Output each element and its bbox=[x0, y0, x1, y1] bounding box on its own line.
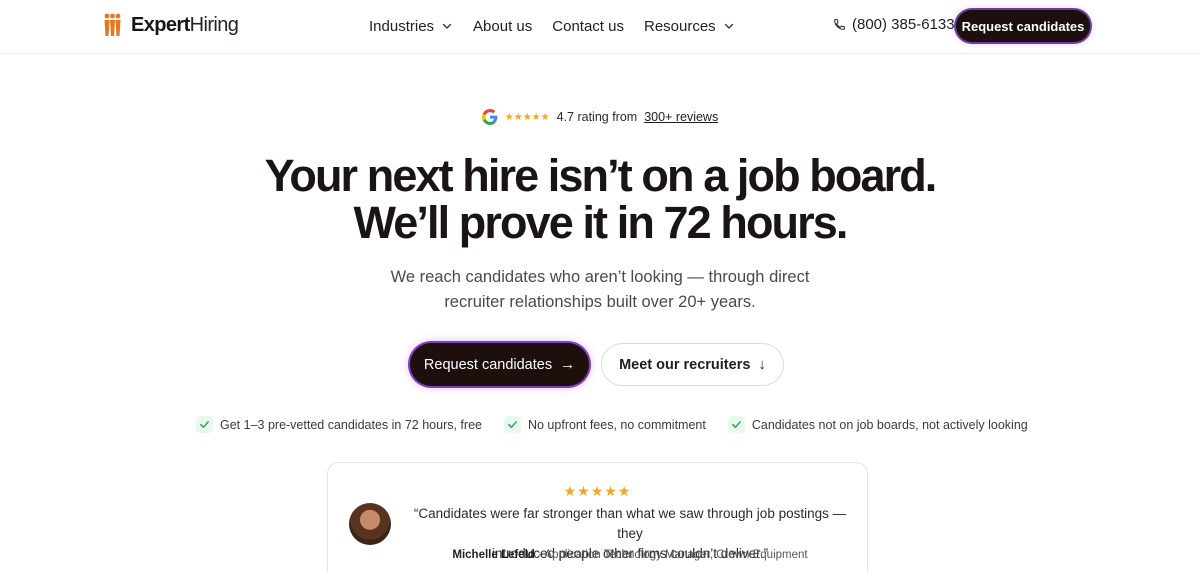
benefit-text: No upfront fees, no commitment bbox=[527, 417, 706, 432]
phone-number: (800) 385-6133 bbox=[852, 16, 955, 33]
reviews-link[interactable]: 300+ reviews bbox=[644, 110, 718, 124]
site-header: ExpertHiring Industries About us Contact… bbox=[0, 0, 1200, 54]
hero-headline: Your next hire isn’t on a job board. We’… bbox=[0, 152, 1200, 246]
main-nav: Industries About us Contact us Resources bbox=[369, 16, 735, 36]
rating-stars: ★★★★★ bbox=[504, 111, 550, 123]
chevron-down-icon bbox=[442, 23, 452, 29]
nav-item-resources[interactable]: Resources bbox=[644, 18, 735, 35]
testimonial-card: ★★★★★ “Candidates were far stronger than… bbox=[327, 462, 868, 573]
testimonial-stars: ★★★★★ bbox=[563, 483, 632, 499]
request-candidates-header-button[interactable]: Request candidates bbox=[956, 10, 1090, 42]
author-name: Michelle Lefeld bbox=[452, 549, 535, 561]
benefit-item: No upfront fees, no commitment bbox=[503, 416, 706, 433]
logo[interactable]: ExpertHiring bbox=[103, 13, 239, 37]
benefit-item: Get 1–3 pre-vetted candidates in 72 hour… bbox=[196, 416, 482, 433]
phone-link[interactable]: (800) 385-6133 bbox=[833, 16, 955, 33]
hero-cta-row: Request candidates → Meet our recruiters… bbox=[410, 343, 784, 386]
hero-headline-line1: Your next hire isn’t on a job board. bbox=[264, 150, 938, 201]
nav-item-about-us[interactable]: About us bbox=[473, 18, 532, 35]
check-icon bbox=[196, 416, 213, 433]
nav-item-label: Industries bbox=[369, 17, 435, 35]
rating-text: 4.7 rating from bbox=[556, 110, 638, 124]
nav-item-label: Contact us bbox=[552, 17, 624, 35]
nav-item-contact-us[interactable]: Contact us bbox=[552, 18, 624, 35]
nav-item-label: About us bbox=[473, 17, 533, 35]
rating-strip: ★★★★★ 4.7 rating from 300+ reviews bbox=[0, 109, 1200, 125]
hero-sub-line1: We reach candidates who aren’t looking —… bbox=[390, 268, 810, 286]
benefit-list: Get 1–3 pre-vetted candidates in 72 hour… bbox=[196, 416, 1028, 433]
meet-recruiters-button[interactable]: Meet our recruiters ↓ bbox=[601, 343, 784, 386]
author-role: · Application Technology Manager, Crown … bbox=[534, 549, 808, 561]
quote-line1: “Candidates were far stronger than what … bbox=[413, 506, 847, 541]
benefit-text: Candidates not on job boards, not active… bbox=[751, 417, 1028, 432]
chevron-down-icon bbox=[724, 23, 733, 29]
phone-icon bbox=[834, 19, 845, 30]
arrow-right-icon: → bbox=[560, 356, 576, 373]
hero-headline-line2: We’ll prove it in 72 hours. bbox=[353, 197, 849, 248]
arrow-down-icon: ↓ bbox=[758, 356, 766, 373]
avatar bbox=[349, 503, 391, 545]
check-icon bbox=[503, 416, 521, 433]
hero-subheadline: We reach candidates who aren’t looking —… bbox=[0, 265, 1200, 315]
request-candidates-button[interactable]: Request candidates → bbox=[410, 343, 589, 386]
nav-item-label: Resources bbox=[643, 17, 716, 35]
testimonial-author: Michelle Lefeld · Application Technology… bbox=[400, 549, 860, 561]
benefit-item: Candidates not on job boards, not active… bbox=[727, 416, 1028, 433]
logo-mark-icon bbox=[104, 13, 121, 36]
request-candidates-label: Request candidates bbox=[423, 356, 553, 373]
check-icon bbox=[727, 416, 745, 433]
google-icon bbox=[481, 109, 498, 125]
meet-recruiters-label: Meet our recruiters bbox=[619, 356, 751, 373]
logo-text: ExpertHiring bbox=[131, 14, 239, 36]
benefit-text: Get 1–3 pre-vetted candidates in 72 hour… bbox=[220, 417, 482, 432]
nav-item-industries[interactable]: Industries bbox=[369, 18, 453, 35]
hero-sub-line2: recruiter relationships built over 20+ y… bbox=[444, 293, 756, 311]
